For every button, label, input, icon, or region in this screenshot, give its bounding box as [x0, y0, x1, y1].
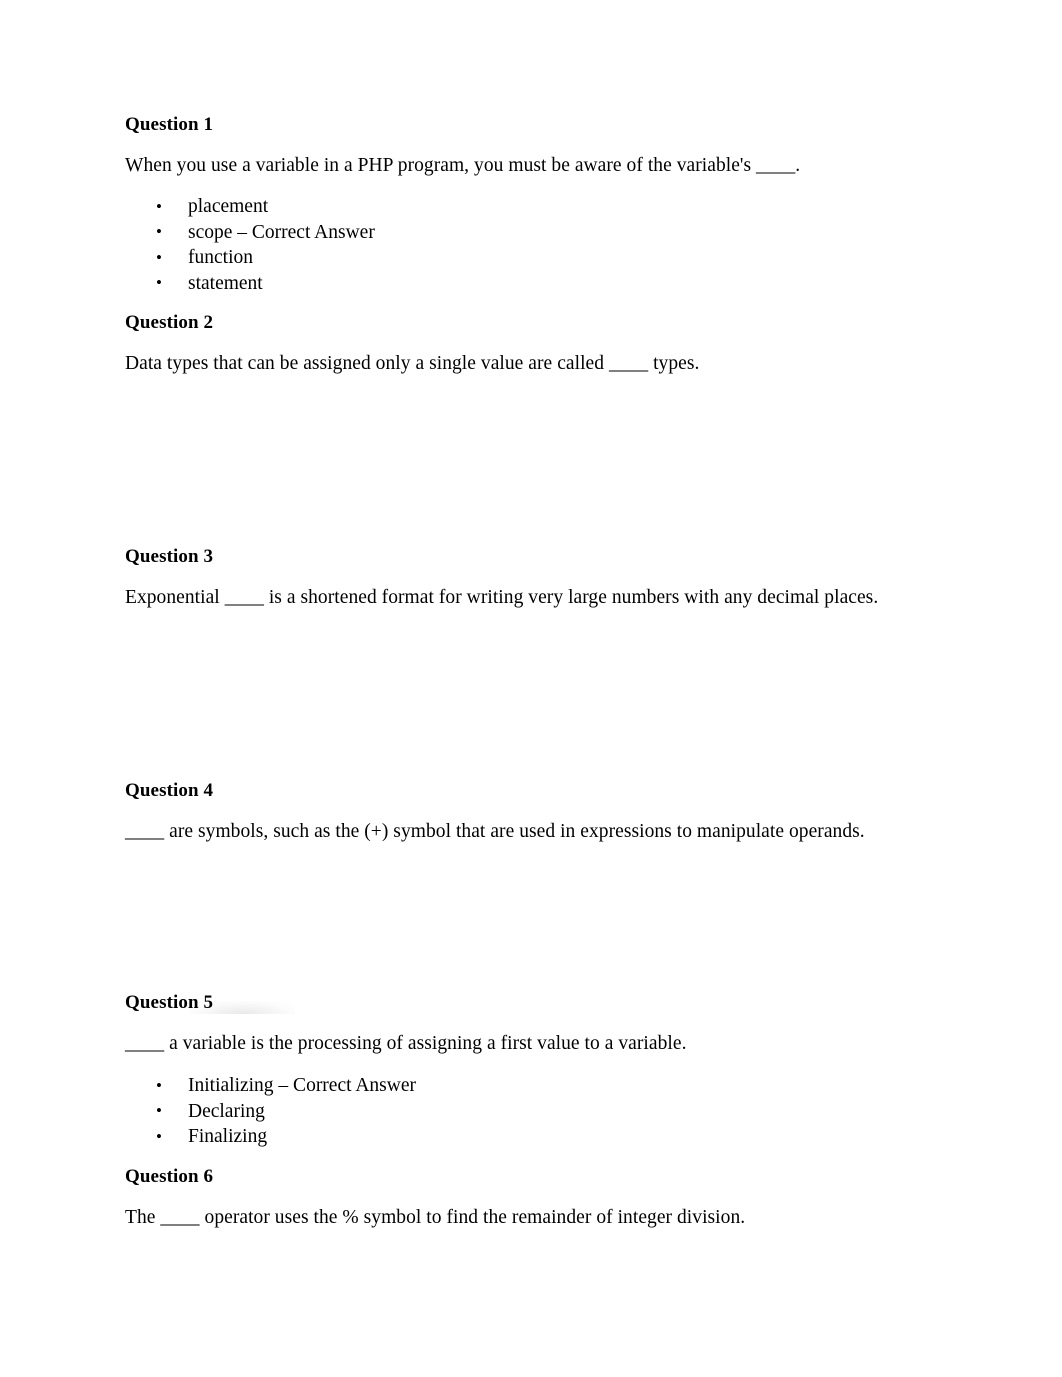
question-prompt-4: ____ are symbols, such as the (+) symbol…	[125, 821, 865, 842]
question-heading-2: Question 2	[125, 312, 214, 333]
answer-options-1: placement scope – Correct Answer functio…	[125, 194, 937, 296]
question-prompt-3: Exponential ____ is a shortened format f…	[125, 587, 879, 608]
answer-options-5: Initializing – Correct Answer Declaring …	[125, 1073, 937, 1150]
answer-space-4	[125, 844, 937, 992]
document-page: Question 1 When you use a variable in a …	[0, 0, 1062, 1377]
question-block-6: Question 6 The ____ operator uses the % …	[125, 1166, 937, 1230]
question-block-2: Question 2 Data types that can be assign…	[125, 312, 937, 376]
answer-option[interactable]: scope – Correct Answer	[125, 219, 937, 246]
question-heading-5: Question 5	[125, 992, 214, 1013]
question-block-3: Question 3 Exponential ____ is a shorten…	[125, 546, 937, 610]
answer-option[interactable]: Initializing – Correct Answer	[125, 1073, 937, 1099]
question-block-5: Question 5 ____ a variable is the proces…	[125, 992, 937, 1150]
question-block-1: Question 1 When you use a variable in a …	[125, 114, 937, 296]
question-prompt-6: The ____ operator uses the % symbol to f…	[125, 1206, 746, 1228]
answer-space-3	[125, 610, 937, 780]
answer-option[interactable]: Declaring	[125, 1098, 937, 1125]
answer-option[interactable]: placement	[125, 194, 937, 220]
answer-option[interactable]: Finalizing	[125, 1124, 937, 1150]
question-prompt-2: Data types that can be assigned only a s…	[125, 353, 700, 374]
question-prompt-5: ____ a variable is the processing of ass…	[125, 1033, 687, 1054]
question-prompt-1: When you use a variable in a PHP program…	[125, 155, 801, 176]
answer-space-2	[125, 376, 937, 546]
question-heading-6: Question 6	[125, 1165, 214, 1187]
question-block-4: Question 4 ____ are symbols, such as the…	[125, 780, 937, 844]
question-heading-3: Question 3	[125, 546, 214, 567]
question-heading-4: Question 4	[125, 780, 214, 801]
question-heading-1: Question 1	[125, 114, 214, 135]
answer-option[interactable]: statement	[125, 270, 937, 297]
answer-option[interactable]: function	[125, 245, 937, 271]
